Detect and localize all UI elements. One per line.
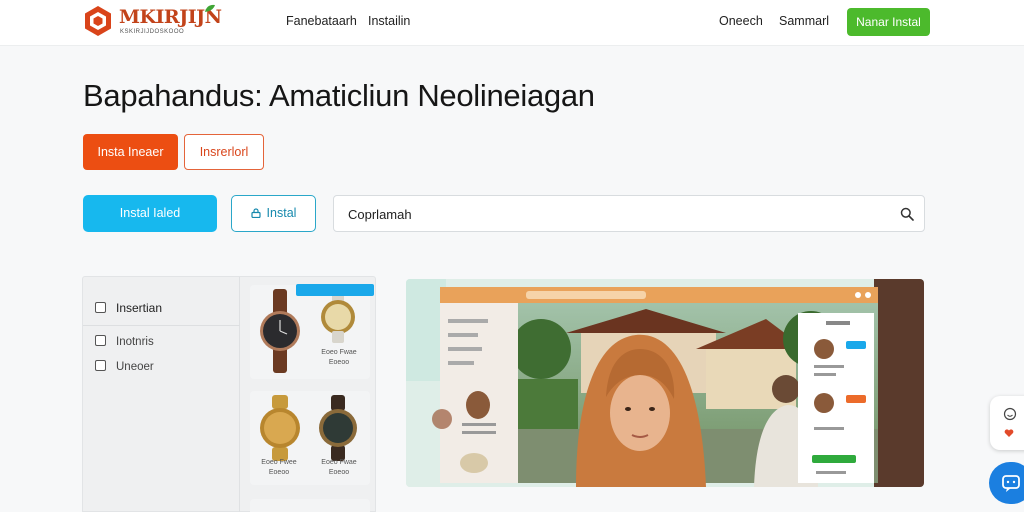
- video-call-illustration: [406, 279, 924, 487]
- smile-icon: [1003, 407, 1017, 421]
- product-panel: Insertian Inotnris Uneoer Eoeo Fwae Eoeo…: [82, 276, 376, 512]
- nav-link-2[interactable]: Instailin: [368, 14, 410, 28]
- logo-leaf-icon: [205, 4, 215, 12]
- logo-subtext: KSKIRJIJDOSKOOO: [120, 29, 185, 35]
- filter-option-2-checkbox[interactable]: [95, 360, 106, 371]
- video-call-preview[interactable]: [406, 279, 924, 487]
- search-input[interactable]: [348, 204, 878, 224]
- filter-option-2-label: Uneoer: [116, 361, 154, 373]
- search-icon[interactable]: [900, 207, 914, 221]
- outline-button[interactable]: Insrerlorl: [184, 134, 264, 170]
- lock-icon: [250, 208, 261, 218]
- nav-link-sammarl[interactable]: Sammarl: [779, 14, 829, 28]
- header-cta-button[interactable]: Nanar Instal: [847, 8, 930, 36]
- filter-heading-label: Insertian: [116, 301, 163, 315]
- floating-feedback-card[interactable]: [990, 396, 1024, 450]
- cyan-outline-button[interactable]: Instal: [231, 195, 316, 232]
- page-title: Bapahandus: Amaticliun Neolineiagan: [83, 78, 595, 113]
- cyan-button[interactable]: Instal Ialed: [83, 195, 217, 232]
- product-label: Eoeo Fwee: [261, 459, 297, 466]
- watch-image-icon: [260, 289, 300, 373]
- filter-sidebar: Insertian Inotnris Uneoer: [83, 277, 240, 512]
- product-card-2[interactable]: Eoeo Fwee Eoeoo Eoeo Fwae Eoeoo: [250, 391, 370, 485]
- primary-button[interactable]: Insta Ineaer: [83, 134, 178, 170]
- product-sublabel: Eoeoo: [268, 469, 290, 476]
- search-box: [333, 195, 925, 232]
- heart-icon: [1004, 429, 1014, 437]
- filter-heading[interactable]: Insertian: [95, 301, 162, 315]
- watch-image-icon: [319, 395, 357, 461]
- promo-tag-bar: [296, 284, 374, 296]
- nav-link-oneech[interactable]: Oneech: [719, 14, 763, 28]
- filter-option-1-label: Inotnris: [116, 336, 154, 348]
- product-sublabel: Eoeoo: [328, 469, 350, 476]
- cyan-outline-button-label: Instal: [266, 206, 297, 220]
- product-label: Eoeo Fwae: [321, 459, 357, 466]
- chat-button[interactable]: [989, 462, 1024, 504]
- top-header: MKIRJIJN KSKIRJIJDOSKOOO Fanebataarh Ins…: [0, 0, 1024, 46]
- logo-hex-icon: [85, 6, 111, 36]
- filter-option-1-checkbox[interactable]: [95, 335, 106, 346]
- filter-option-1[interactable]: Inotnris: [95, 335, 154, 348]
- product-label: Eoeo Fwae: [321, 349, 357, 356]
- page: MKIRJIJN KSKIRJIJDOSKOOO Fanebataarh Ins…: [0, 0, 1024, 512]
- watch-image-icon: [321, 289, 355, 343]
- filter-option-2[interactable]: Uneoer: [95, 360, 154, 373]
- nav-link-1[interactable]: Fanebataarh: [286, 14, 357, 28]
- filter-divider: [83, 325, 240, 326]
- filter-heading-checkbox[interactable]: [95, 302, 106, 313]
- watch-image-icon: [260, 395, 300, 461]
- brand-logo[interactable]: MKIRJIJN KSKIRJIJDOSKOOO: [83, 3, 223, 39]
- product-sublabel: Eoeoo: [328, 359, 350, 366]
- product-card-3[interactable]: [250, 499, 370, 512]
- product-card-1[interactable]: Eoeo Fwae Eoeoo: [250, 285, 370, 379]
- chat-icon: [1002, 475, 1020, 492]
